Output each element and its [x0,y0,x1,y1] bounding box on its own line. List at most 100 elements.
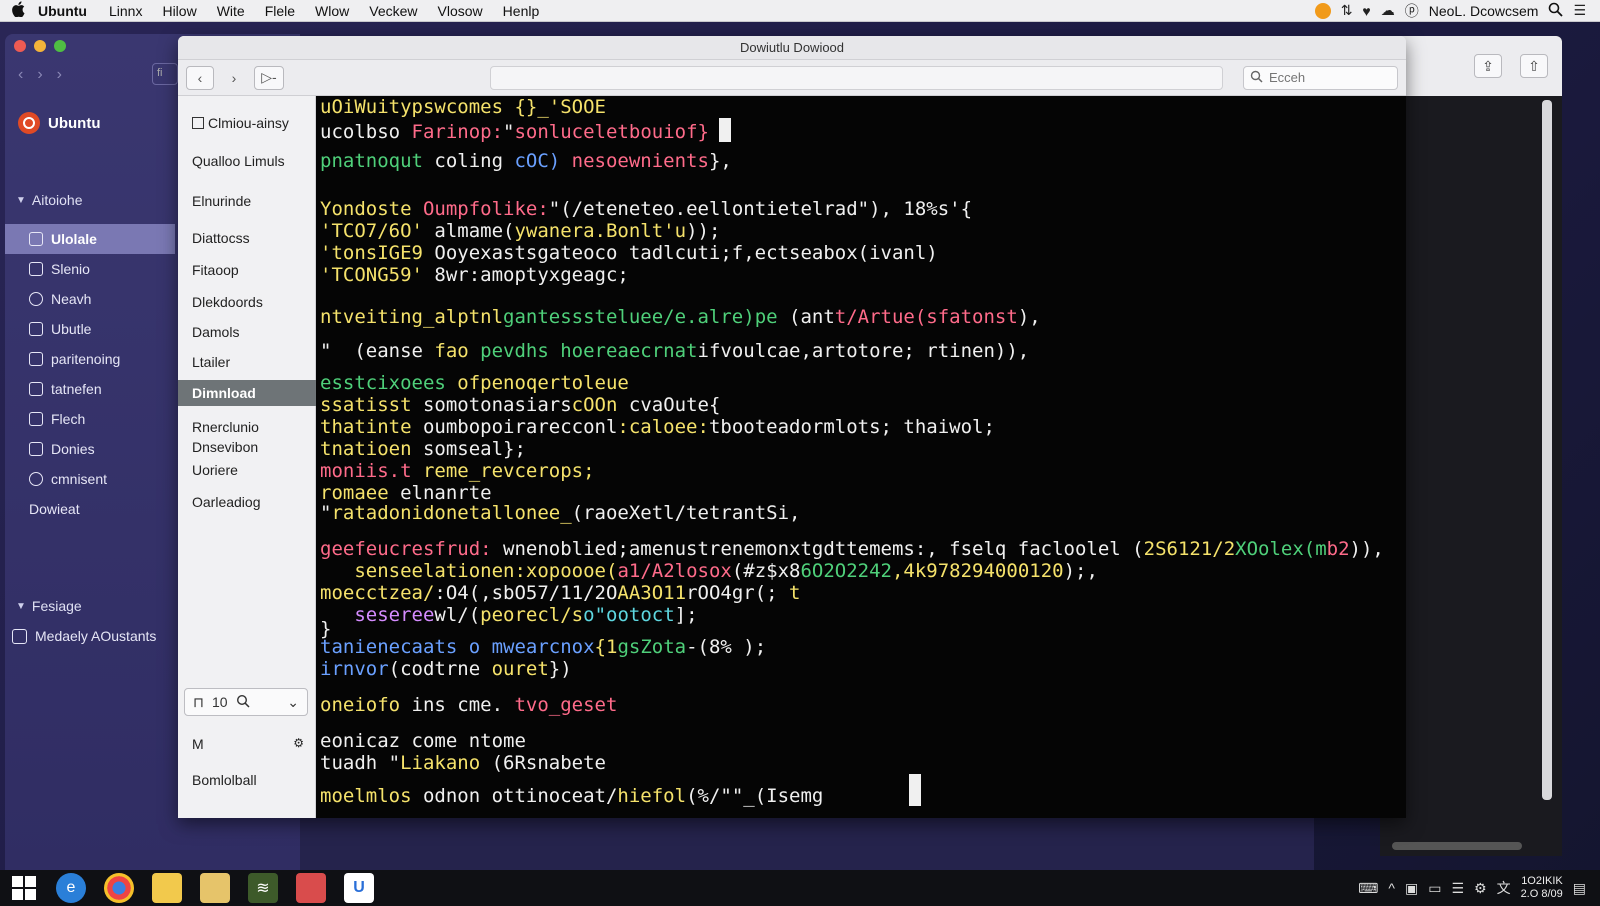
place-item-damols[interactable]: Damols [178,319,316,345]
browser-icon[interactable]: e [56,873,86,903]
vertical-scrollbar[interactable] [1542,100,1552,800]
place-item-qualloo[interactable]: Qualloo Limuls [178,148,316,174]
sidebar-item-favorite[interactable]: Medaely AOustants [12,628,156,644]
forward-button[interactable]: › [220,66,248,90]
terminal-text: gantesssteluee/e.alre)pe [503,306,790,328]
window-controls [14,40,66,52]
place-item-fitaoop[interactable]: Fitaoop [178,257,316,283]
heart-icon[interactable]: ♥ [1362,3,1370,19]
minimize-icon[interactable] [34,40,46,52]
menu-item-vlosow[interactable]: Vlosow [438,3,483,19]
battery-icon[interactable]: ▭ [1428,880,1441,897]
mail-icon[interactable] [296,873,326,903]
terminal-text: tbooteadormlots; thaiwol; [708,416,995,438]
menu-item-ubuntu[interactable]: Ubuntu [38,3,87,19]
menu-item-linux[interactable]: Linnx [109,3,142,19]
settings-icon[interactable]: ⚙ [1474,880,1487,897]
language-icon[interactable]: 文 [1497,878,1511,898]
horizontal-scrollbar[interactable] [1392,842,1522,850]
sidebar-item-paritenoing[interactable]: paritenoing [5,344,175,374]
hamburger-menu-icon[interactable]: ☰ [1573,2,1586,19]
place-item-ltailer[interactable]: Ltailer [178,349,316,375]
menu-item-wite[interactable]: Wite [217,3,245,19]
menu-item-henlp[interactable]: Henlp [503,3,540,19]
cloud-icon[interactable]: ☁ [1381,2,1395,19]
forward-icon[interactable]: › [37,66,42,84]
document-icon [29,262,43,276]
notification-icon[interactable] [1314,2,1331,19]
terminal-line: senseelationen:xopoooe(a1/A2losox(#z$x86… [320,560,1098,582]
folder-icon[interactable] [152,873,182,903]
gear-icon [29,472,43,486]
menu-item-hilow[interactable]: Hilow [162,3,196,19]
place-item-dlekdoords[interactable]: Dlekdoords [178,289,316,315]
back-button[interactable]: ‹ [186,65,214,90]
search-input[interactable] [1269,70,1379,85]
terminal-text: -(8% [686,636,732,658]
menu-item-wlow[interactable]: Wlow [315,3,349,19]
start-icon[interactable] [12,876,38,900]
sidebar-item-slenio[interactable]: Slenio [5,254,175,284]
back-icon[interactable]: ‹ [18,66,23,84]
terminal-text: XOolex(m [1235,538,1327,560]
status-user-label[interactable]: NeoL. Dcowcsem [1429,3,1539,19]
sidebar-item-ubutle[interactable]: Ubutle [5,314,175,344]
sidebar-item-flech[interactable]: Flech [5,404,175,434]
forward2-icon[interactable]: › [57,66,62,84]
sidebar-section-header[interactable]: ▼ Aitoiohe [16,192,83,208]
terminal-text: ); [731,636,767,658]
sidebar-item-cmnisent[interactable]: cmnisent [5,464,175,494]
search-box[interactable] [1243,65,1398,90]
view-toggle-button[interactable]: ▷- [254,65,284,90]
place-item-download[interactable]: Dimnload [178,380,316,406]
place-item-clmiou[interactable]: Clmiou-ainsy [178,110,316,136]
menu-item-veckew[interactable]: Veckew [369,3,417,19]
tab-chip[interactable]: fi [152,63,178,85]
search-icon[interactable] [1548,2,1564,20]
disclosure-triangle-icon[interactable]: ▼ [16,601,26,612]
place-item-uoriere[interactable]: Uoriere [178,457,316,483]
disclosure-triangle-icon[interactable]: ▼ [16,195,26,206]
clock[interactable]: 1O2IKIK 2.O 8/09 [1521,875,1563,901]
menu-item-flele[interactable]: Flele [265,3,295,19]
brand-label: Ubuntu [48,114,101,132]
network-icon[interactable]: ▣ [1405,880,1418,897]
editor-icon[interactable]: ≋ [248,873,278,903]
close-icon[interactable] [14,40,26,52]
place-item-oarleadiog[interactable]: Oarleadiog [178,489,316,515]
address-bar[interactable] [490,65,1223,90]
app-icon[interactable]: U [344,873,374,903]
sidebar-item-donies[interactable]: Donies [5,434,175,464]
sidebar-item-tatnefen[interactable]: tatnefen [5,374,175,404]
terminal-line: irnvor(codtrne ouret}) [320,658,572,680]
apple-menu-icon[interactable] [0,0,38,21]
zoom-control[interactable]: ⊓ 10 ⌄ [184,688,308,716]
place-item-elnurinde[interactable]: Elnurinde [178,188,316,214]
gear-icon[interactable]: ⚙ [293,736,304,752]
sidebar-item-dowieat[interactable]: Dowieat [5,494,175,524]
keyboard-icon[interactable]: ⌨ [1358,880,1378,897]
chevron-up-icon[interactable]: ^ [1388,880,1395,896]
terminal-view[interactable]: uOiWuitypswcomes {}_'SOOE ucolbso Farinop… [316,96,1406,818]
notifications-icon[interactable]: ▤ [1573,880,1586,897]
list-icon[interactable]: ☰ [1451,880,1464,897]
chevron-down-icon[interactable]: ⌄ [287,694,299,711]
window-body: Clmiou-ainsy Qualloo Limuls Elnurinde Di… [178,96,1406,818]
share-icon[interactable]: ⇪ [1474,54,1502,78]
sidebar-item-neavh[interactable]: Neavh [5,284,175,314]
chrome-icon[interactable] [104,873,134,903]
terminal-text: moecctzea/ [320,582,435,604]
terminal-text: ouret [491,658,549,680]
help-icon[interactable]: ⓟ [1405,1,1419,21]
sidebar-section-header-2[interactable]: ▼ Fesiage [16,598,82,614]
zoom-icon[interactable] [54,40,66,52]
terminal-text: somotonasiars [422,394,572,416]
sync-icon[interactable]: ⇅ [1341,2,1353,19]
place-item-diattocss[interactable]: Diattocss [178,225,316,251]
bottom-item-m[interactable]: M [192,736,204,752]
export-icon[interactable]: ⇧ [1520,54,1548,78]
sidebar-item-ulolale[interactable]: Ulolale [5,224,175,254]
files-icon[interactable] [200,873,230,903]
terminal-text: peorecl/s [480,604,584,626]
bottom-item-bomlolball[interactable]: Bomlolball [192,772,257,788]
